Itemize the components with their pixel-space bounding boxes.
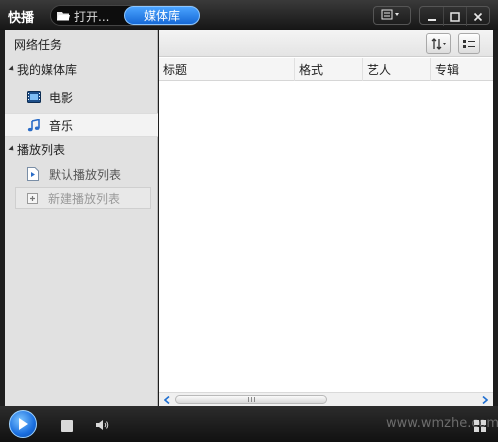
arrow-right-icon (482, 396, 488, 404)
details-view-icon (463, 39, 475, 48)
minimize-button[interactable] (420, 7, 443, 26)
arrow-left-icon (164, 396, 170, 404)
scrollbar-thumb[interactable] (175, 395, 327, 404)
sidebar-item-movies[interactable]: 电影 (5, 85, 158, 109)
sidebar-item-label: 新建播放列表 (48, 191, 121, 206)
sidebar-group-my-library[interactable]: 我的媒体库 (5, 57, 158, 81)
sidebar-group-playlists[interactable]: 播放列表 (5, 137, 158, 161)
media-list-panel: 标题 格式 艺人 专辑 (159, 30, 493, 406)
maximize-icon (450, 11, 460, 22)
list-toolbar (159, 30, 493, 57)
play-button[interactable] (9, 410, 37, 438)
sort-button[interactable] (426, 33, 451, 54)
collapse-caret-icon (8, 65, 16, 73)
table-header: 标题 格式 艺人 专辑 (159, 58, 493, 81)
column-header-format[interactable]: 格式 (295, 58, 363, 81)
minimize-icon (427, 18, 436, 21)
playlist-icon (27, 167, 39, 181)
scroll-right-button[interactable] (479, 394, 491, 406)
view-mode-button[interactable] (458, 33, 480, 54)
sidebar-item-default-playlist[interactable]: 默认播放列表 (5, 162, 158, 186)
film-icon (27, 91, 41, 103)
folder-icon (57, 11, 70, 21)
title-bar: 快播 打开... 媒体库 (0, 0, 498, 30)
playback-bar: www.wmzhe.com (0, 406, 498, 442)
maximize-button[interactable] (443, 7, 466, 26)
open-file-tab[interactable]: 打开... (57, 8, 109, 24)
open-file-label: 打开... (74, 9, 110, 24)
layout-toggle-button[interactable] (474, 420, 488, 435)
speaker-icon (96, 420, 109, 430)
sidebar-item-label: 音乐 (49, 118, 74, 133)
close-button[interactable] (466, 7, 489, 26)
column-header-album[interactable]: 专辑 (431, 58, 493, 81)
media-list[interactable] (159, 82, 493, 391)
stop-button[interactable] (61, 420, 73, 432)
window-controls (373, 6, 490, 26)
sort-icon (431, 37, 446, 50)
close-icon (473, 12, 483, 21)
horizontal-scrollbar[interactable] (159, 392, 493, 406)
sidebar: 网络任务 我的媒体库 电影 音乐 播放列表 默认播放列表 新建播放列表 (5, 30, 158, 406)
grid-layout-icon (474, 420, 486, 432)
grip-icon (247, 397, 255, 402)
collapse-caret-icon (8, 145, 16, 153)
music-note-icon (27, 118, 41, 132)
window-button-group (419, 6, 490, 26)
app-logo: 快播 (8, 11, 35, 26)
layout-mode-button[interactable] (373, 6, 411, 25)
scroll-left-button[interactable] (161, 394, 173, 406)
volume-button[interactable] (96, 419, 110, 434)
media-library-tab[interactable]: 媒体库 (124, 6, 200, 25)
sidebar-item-label: 默认播放列表 (49, 167, 122, 182)
sidebar-group-label: 播放列表 (17, 142, 66, 157)
sidebar-item-label: 电影 (49, 90, 74, 105)
column-header-title[interactable]: 标题 (159, 58, 295, 81)
column-header-artist[interactable]: 艺人 (363, 58, 431, 81)
sidebar-item-network-tasks[interactable]: 网络任务 (5, 32, 158, 56)
sidebar-group-label: 我的媒体库 (17, 62, 78, 77)
play-icon (19, 418, 28, 430)
new-playlist-button[interactable]: 新建播放列表 (15, 187, 151, 209)
sidebar-item-music[interactable]: 音乐 (5, 113, 158, 137)
add-playlist-icon (27, 192, 38, 204)
list-layout-icon (381, 9, 403, 23)
app-window: 快播 打开... 媒体库 网络任务 我的媒体库 电影 音乐 播放列表 默认播放列… (0, 0, 498, 442)
top-tab-bar: 打开... 媒体库 (50, 5, 200, 26)
